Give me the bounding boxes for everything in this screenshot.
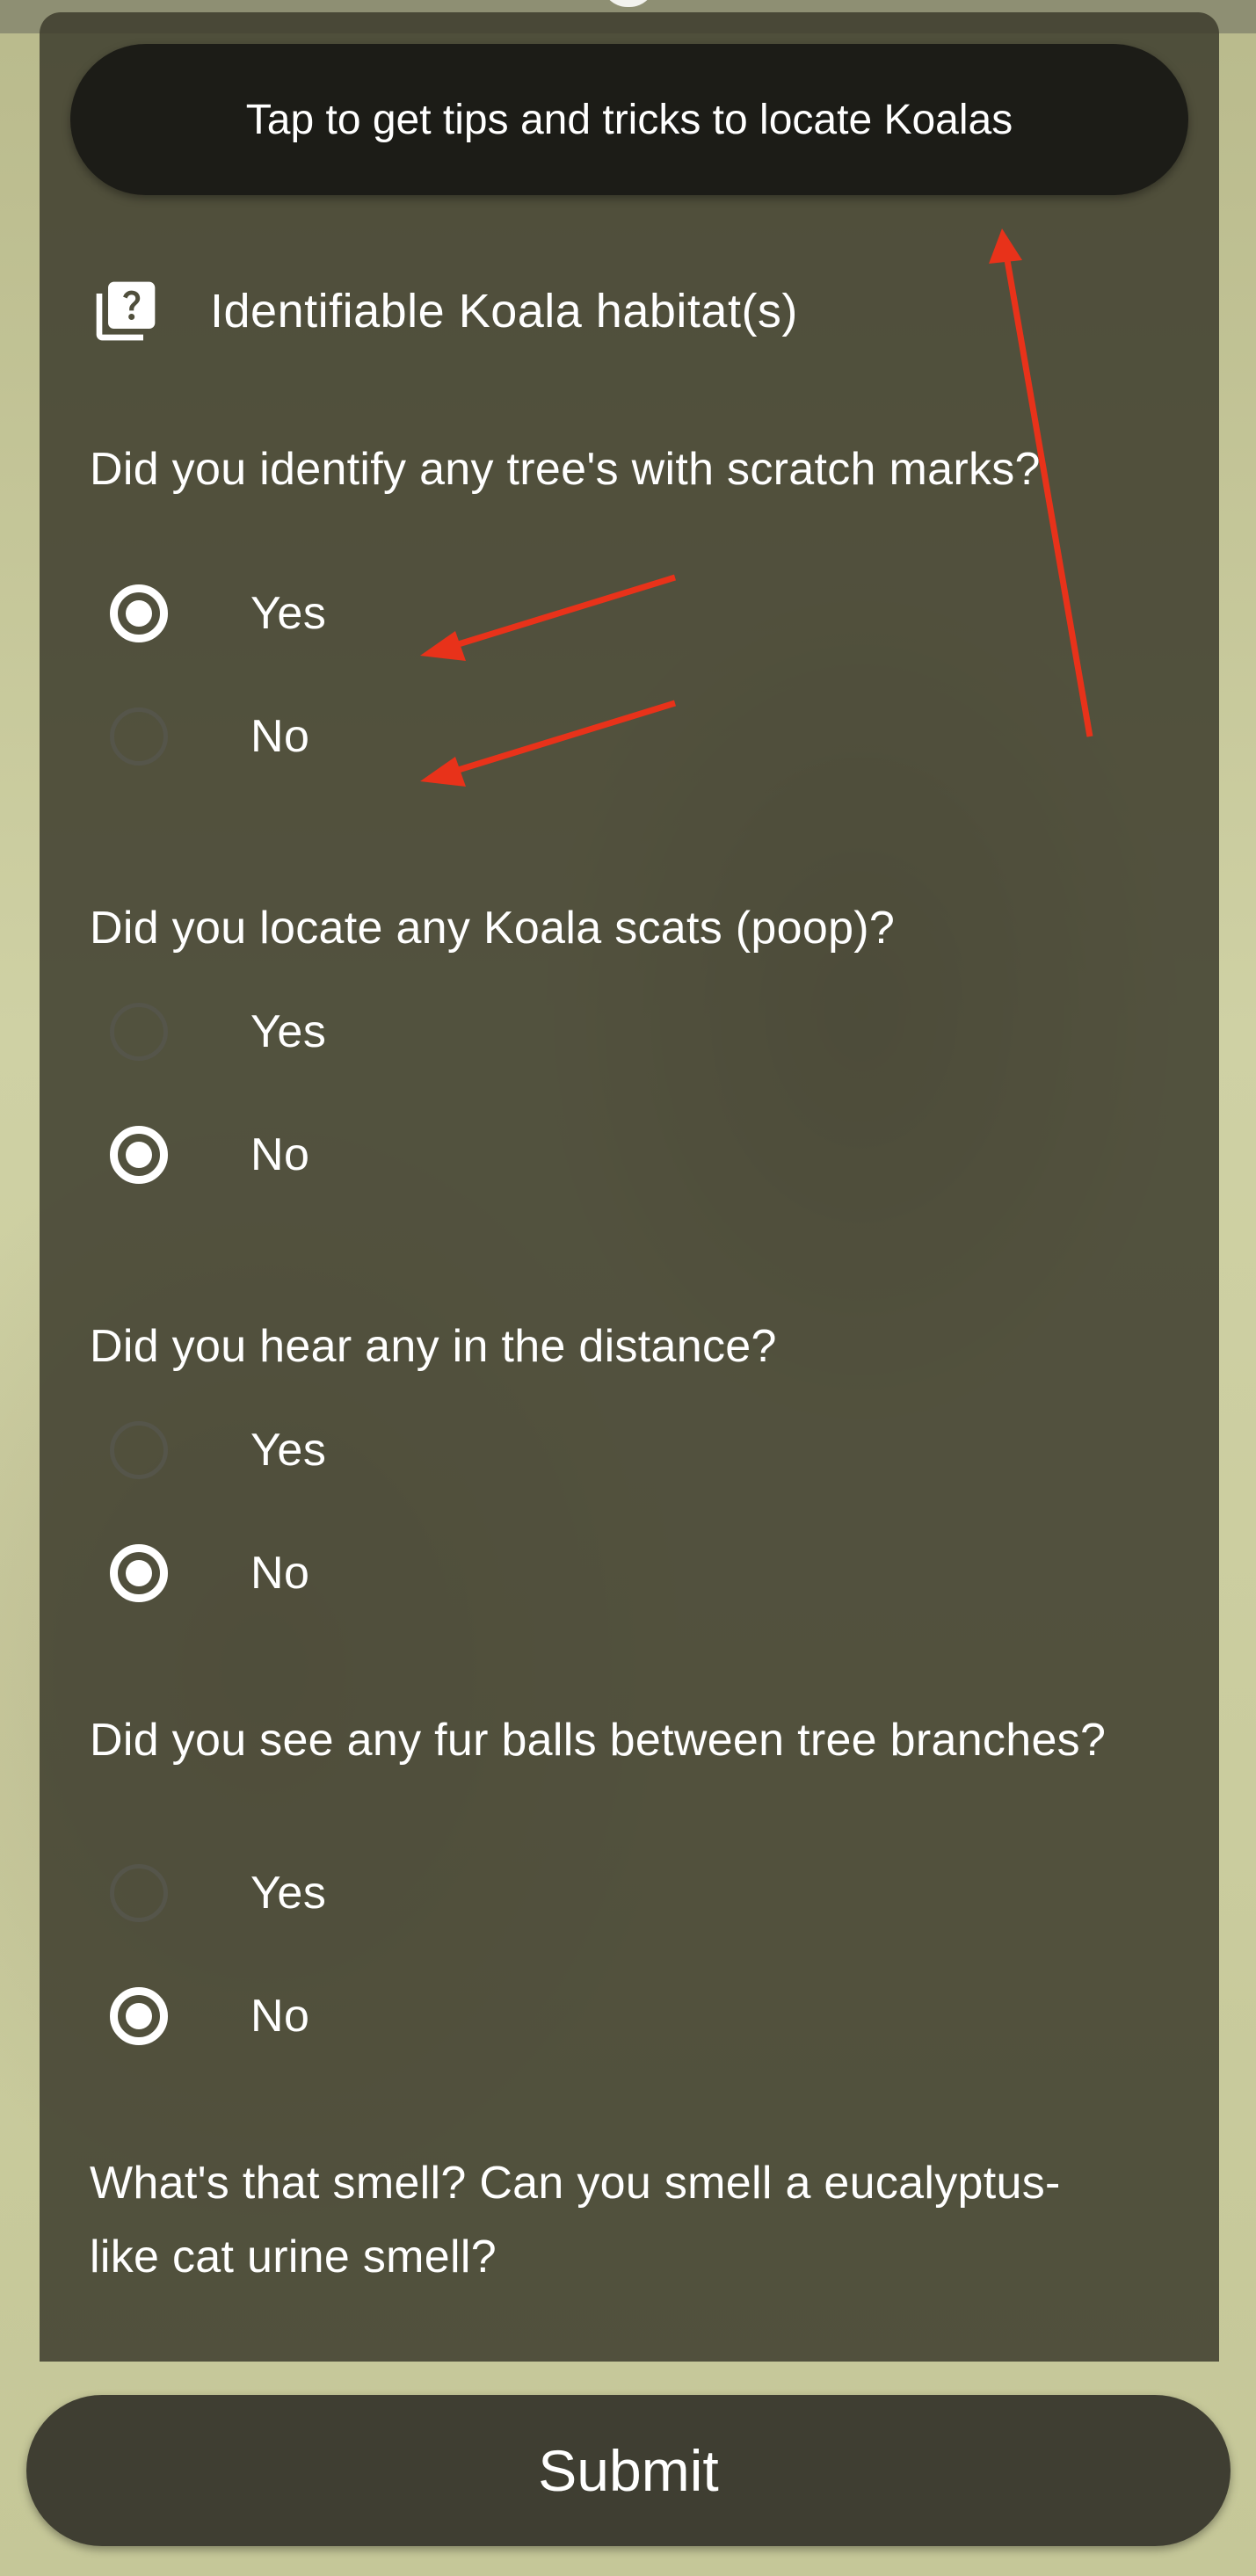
radio-button-selected[interactable] <box>110 584 168 642</box>
radio-option-q4-no[interactable]: No <box>110 1972 309 2060</box>
section-header: Identifiable Koala habitat(s) <box>91 276 798 346</box>
radio-label: Yes <box>250 1006 327 1057</box>
radio-button-unselected[interactable] <box>110 1864 168 1922</box>
radio-option-q1-yes[interactable]: Yes <box>110 570 326 657</box>
help-book-icon <box>96 281 156 341</box>
tips-button[interactable]: Tap to get tips and tricks to locate Koa… <box>70 44 1188 195</box>
question-fur-balls: Did you see any fur balls between tree b… <box>90 1715 1107 1766</box>
radio-button-selected[interactable] <box>110 1126 168 1184</box>
sheet-handle-knob[interactable] <box>601 0 656 7</box>
radio-option-q3-yes[interactable]: Yes <box>110 1406 326 1494</box>
radio-label: Yes <box>250 1868 327 1919</box>
radio-label: No <box>250 1129 310 1180</box>
radio-label: No <box>250 711 310 762</box>
radio-button-unselected[interactable] <box>110 1421 168 1479</box>
tips-button-label: Tap to get tips and tricks to locate Koa… <box>245 96 1013 143</box>
radio-label: No <box>250 1991 310 2042</box>
section-title: Identifiable Koala habitat(s) <box>210 285 798 337</box>
radio-option-q4-yes[interactable]: Yes <box>110 1849 326 1937</box>
radio-button-selected[interactable] <box>110 1544 168 1602</box>
radio-label: No <box>250 1548 310 1599</box>
radio-button-selected[interactable] <box>110 1987 168 2045</box>
survey-panel: Tap to get tips and tricks to locate Koa… <box>40 12 1219 2362</box>
question-hear-distance: Did you hear any in the distance? <box>90 1321 777 1372</box>
radio-option-q2-yes[interactable]: Yes <box>110 988 326 1076</box>
radio-option-q2-no[interactable]: No <box>110 1111 309 1199</box>
radio-label: Yes <box>250 588 327 639</box>
radio-option-q1-no[interactable]: No <box>110 693 309 780</box>
radio-option-q3-no[interactable]: No <box>110 1529 309 1617</box>
question-smell: What's that smell? Can you smell a eucal… <box>90 2158 1061 2282</box>
submit-button[interactable]: Submit <box>26 2395 1231 2546</box>
submit-button-label: Submit <box>538 2438 719 2503</box>
radio-button-unselected[interactable] <box>110 707 168 766</box>
radio-button-unselected[interactable] <box>110 1003 168 1061</box>
radio-label: Yes <box>250 1425 327 1476</box>
question-koala-scats: Did you locate any Koala scats (poop)? <box>90 903 896 954</box>
question-scratch-marks: Did you identify any tree's with scratch… <box>90 444 1041 495</box>
